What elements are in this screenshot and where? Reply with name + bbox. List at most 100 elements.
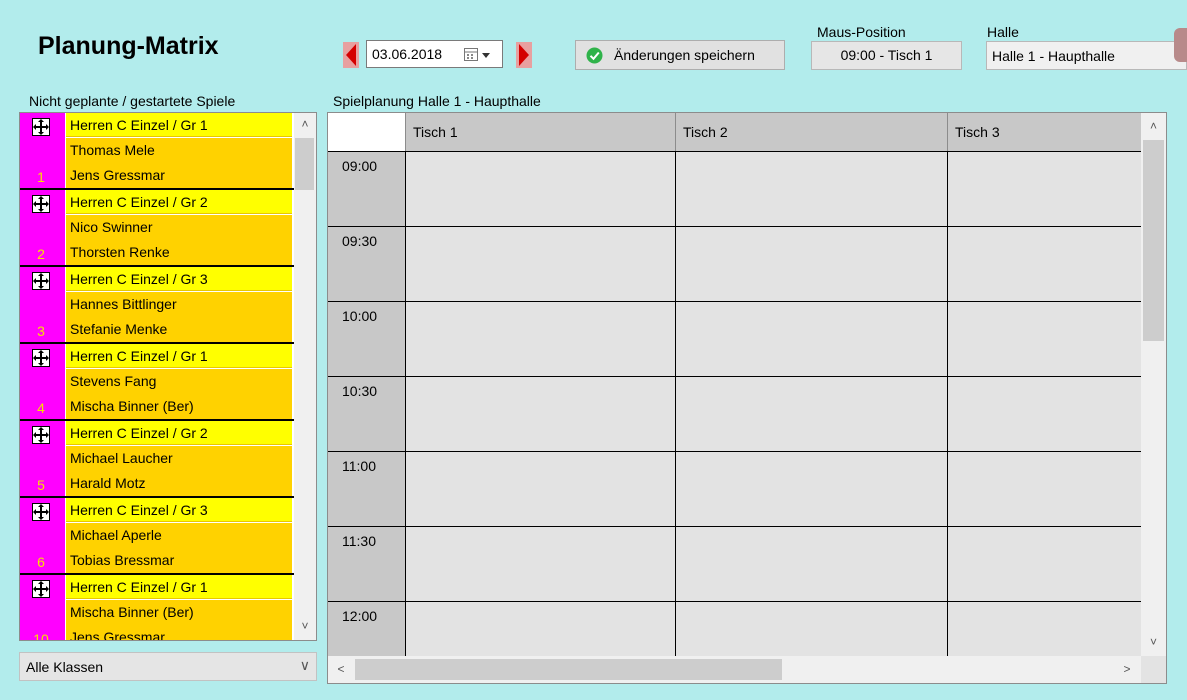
time-slot-label: 10:30 xyxy=(328,376,405,451)
schedule-cell[interactable] xyxy=(405,301,675,376)
game-number: 4 xyxy=(37,400,45,416)
game-player-2: Tobias Bressmar xyxy=(66,548,292,573)
table-column-header: Tisch 3 xyxy=(947,113,1141,151)
schedule-cell[interactable] xyxy=(405,526,675,601)
drag-move-icon[interactable] xyxy=(32,349,50,367)
drag-move-icon[interactable] xyxy=(32,426,50,444)
game-player-1: Nico Swinner xyxy=(66,215,292,240)
calendar-dropdown-icon[interactable] xyxy=(464,47,496,63)
scroll-up-icon[interactable]: ˄ xyxy=(1141,119,1166,133)
time-slot-label: 10:00 xyxy=(328,301,405,376)
schedule-cell[interactable] xyxy=(675,226,947,301)
game-player-1: Thomas Mele xyxy=(66,138,292,163)
game-player-2: Jens Gressmar xyxy=(66,625,292,640)
check-circle-icon xyxy=(586,47,603,64)
time-slot-label: 09:30 xyxy=(328,226,405,301)
schedule-cell[interactable] xyxy=(675,451,947,526)
schedule-horizontal-scroll-thumb[interactable] xyxy=(355,659,782,680)
games-list-scrollbar[interactable]: ˄ ˅ xyxy=(294,113,316,640)
game-number: 10 xyxy=(33,631,49,641)
game-number-cell: 2 xyxy=(20,190,65,265)
game-card[interactable]: 5 Herren C Einzel / Gr 2 Michael Laucher Ha… xyxy=(20,421,294,498)
game-class: Herren C Einzel / Gr 2 xyxy=(66,190,292,214)
drag-move-icon[interactable] xyxy=(32,272,50,290)
schedule-cell[interactable] xyxy=(947,601,1141,656)
drag-move-icon[interactable] xyxy=(32,118,50,136)
schedule-cell[interactable] xyxy=(405,226,675,301)
schedule-cell[interactable] xyxy=(947,526,1141,601)
schedule-title: Spielplanung Halle 1 - Haupthalle xyxy=(333,93,541,109)
scroll-left-icon[interactable]: < xyxy=(330,662,352,676)
game-number: 6 xyxy=(37,554,45,570)
schedule-cell[interactable] xyxy=(405,451,675,526)
game-player-2: Mischa Binner (Ber) xyxy=(66,394,292,419)
schedule-vertical-scrollbar[interactable]: ˄ ˅ xyxy=(1141,113,1166,656)
hall-label: Halle xyxy=(987,24,1019,40)
previous-day-button[interactable] xyxy=(343,42,359,68)
hall-select-value: Halle 1 - Haupthalle xyxy=(992,48,1115,64)
schedule-cell[interactable] xyxy=(405,376,675,451)
schedule-cell[interactable] xyxy=(675,301,947,376)
game-card[interactable]: 3 Herren C Einzel / Gr 3 Hannes Bittlinger… xyxy=(20,267,294,344)
drag-move-icon[interactable] xyxy=(32,195,50,213)
table-column-header: Tisch 1 xyxy=(405,113,675,151)
schedule-cell[interactable] xyxy=(675,376,947,451)
schedule-cell[interactable] xyxy=(947,151,1141,226)
class-filter-select[interactable]: Alle Klassen ∨ xyxy=(19,652,317,681)
schedule-cell[interactable] xyxy=(947,226,1141,301)
game-number-cell: 5 xyxy=(20,421,65,496)
game-class: Herren C Einzel / Gr 3 xyxy=(66,498,292,522)
schedule-horizontal-scrollbar[interactable]: < > xyxy=(328,656,1141,683)
game-player-1: Michael Laucher xyxy=(66,446,292,471)
game-card[interactable]: 4 Herren C Einzel / Gr 1 Stevens Fang Misch… xyxy=(20,344,294,421)
game-number-cell: 1 xyxy=(20,113,65,188)
game-number-cell: 6 xyxy=(20,498,65,573)
class-filter-value: Alle Klassen xyxy=(26,659,104,675)
game-card[interactable]: 2 Herren C Einzel / Gr 2 Nico Swinner Thors… xyxy=(20,190,294,267)
schedule-cell[interactable] xyxy=(947,451,1141,526)
game-card[interactable]: 10 Herren C Einzel / Gr 1 Mischa Binner (B… xyxy=(20,575,294,641)
next-day-button[interactable] xyxy=(516,42,532,68)
scroll-down-icon[interactable]: ˅ xyxy=(294,619,316,633)
date-picker[interactable]: 03.06.2018 xyxy=(366,40,503,68)
scroll-down-icon[interactable]: ˅ xyxy=(1141,635,1166,649)
schedule-cell[interactable] xyxy=(947,376,1141,451)
game-number: 2 xyxy=(37,246,45,262)
scroll-up-icon[interactable]: ˄ xyxy=(294,117,316,131)
game-card[interactable]: 6 Herren C Einzel / Gr 3 Michael Aperle Tob… xyxy=(20,498,294,575)
drag-move-icon[interactable] xyxy=(32,503,50,521)
mouse-position-label: Maus-Position xyxy=(817,24,906,40)
game-player-1: Michael Aperle xyxy=(66,523,292,548)
game-player-2: Harald Motz xyxy=(66,471,292,496)
time-slot-label: 11:30 xyxy=(328,526,405,601)
game-class: Herren C Einzel / Gr 1 xyxy=(66,575,292,599)
schedule-matrix[interactable]: Tisch 1 Tisch 2 Tisch 3 09:00 09:30 10:00 10:3… xyxy=(327,112,1167,684)
game-class: Herren C Einzel / Gr 1 xyxy=(66,113,292,137)
schedule-cell[interactable] xyxy=(405,601,675,656)
mouse-position-value: 09:00 - Tisch 1 xyxy=(811,41,962,70)
game-number: 5 xyxy=(37,477,45,493)
schedule-cell[interactable] xyxy=(947,301,1141,376)
schedule-cell[interactable] xyxy=(675,601,947,656)
scroll-right-icon[interactable]: > xyxy=(1116,662,1138,676)
game-player-1: Hannes Bittlinger xyxy=(66,292,292,317)
drag-move-icon[interactable] xyxy=(32,580,50,598)
unplanned-games-list[interactable]: 1 Herren C Einzel / Gr 1 Thomas Mele Jens G… xyxy=(19,112,317,641)
unplanned-games-title: Nicht geplante / gestartete Spiele xyxy=(29,93,236,109)
game-number: 1 xyxy=(37,169,45,185)
schedule-cell[interactable] xyxy=(675,526,947,601)
schedule-cell[interactable] xyxy=(675,151,947,226)
game-card[interactable]: 1 Herren C Einzel / Gr 1 Thomas Mele Jens G… xyxy=(20,113,294,190)
save-changes-button[interactable]: Änderungen speichern xyxy=(575,40,785,70)
game-player-2: Stefanie Menke xyxy=(66,317,292,342)
schedule-vertical-scroll-thumb[interactable] xyxy=(1143,140,1164,341)
games-list-scroll-thumb[interactable] xyxy=(295,138,314,190)
schedule-cell[interactable] xyxy=(405,151,675,226)
hall-select[interactable]: Halle 1 - Haupthalle xyxy=(986,41,1187,70)
time-slot-label: 11:00 xyxy=(328,451,405,526)
game-class: Herren C Einzel / Gr 3 xyxy=(66,267,292,291)
save-changes-label: Änderungen speichern xyxy=(614,47,755,63)
time-slot-label: 09:00 xyxy=(328,151,405,226)
game-player-1: Mischa Binner (Ber) xyxy=(66,600,292,625)
edge-button[interactable] xyxy=(1174,28,1187,62)
